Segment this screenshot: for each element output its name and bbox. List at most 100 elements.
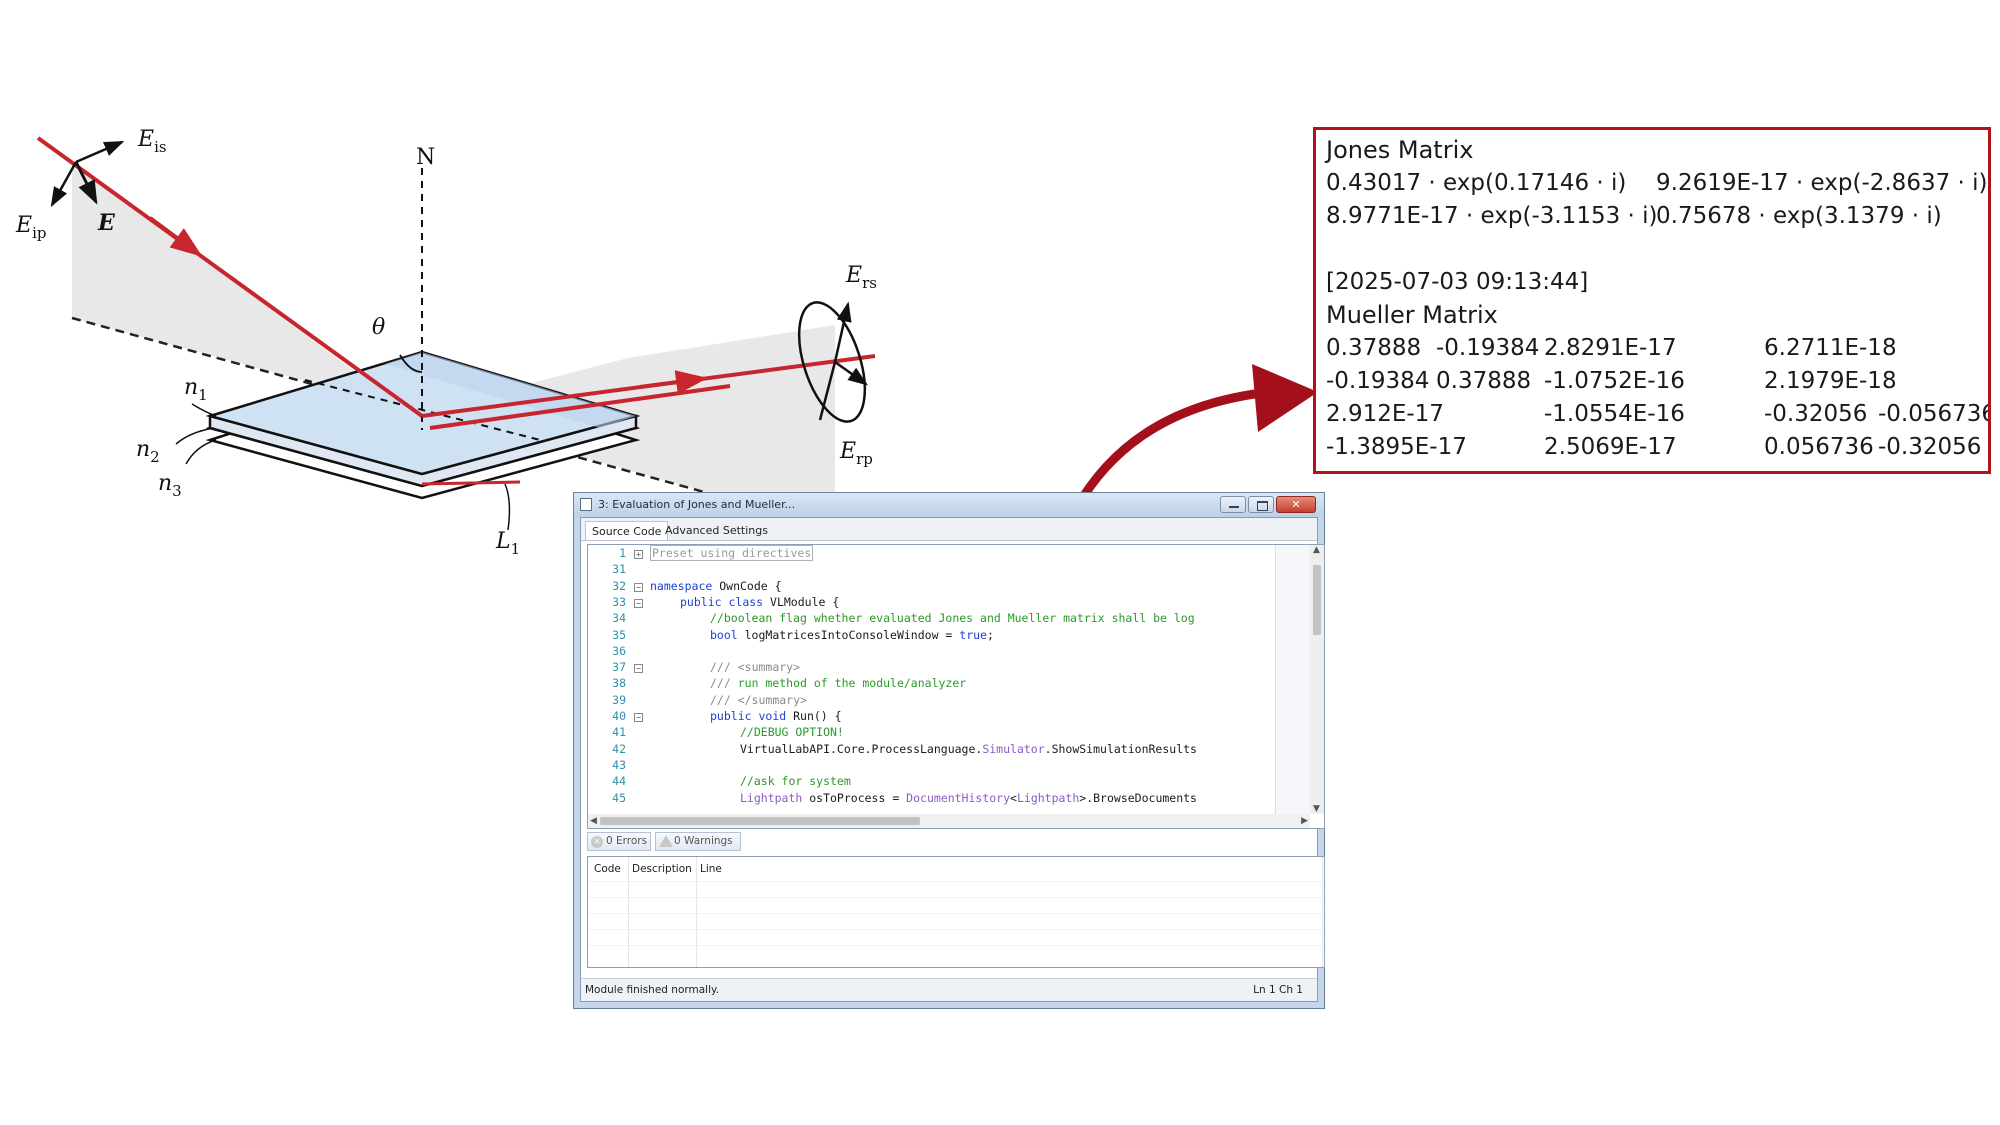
code-line[interactable]: //DEBUG OPTION! bbox=[740, 725, 844, 739]
timestamp: [2025-07-03 09:13:44] bbox=[1326, 269, 1589, 295]
line-number: 31 bbox=[612, 562, 626, 577]
code-line[interactable]: //boolean flag whether evaluated Jones a… bbox=[710, 611, 1195, 625]
cursor-position: Ln 1 Ch 1 bbox=[1253, 984, 1303, 996]
mueller-row: 0.37888 -0.19384 2.8291E-17 6.2711E-18 bbox=[1326, 332, 1978, 365]
code-minimap[interactable] bbox=[1275, 545, 1310, 814]
line-number: 32 bbox=[612, 578, 626, 593]
label-e-ip: Eip bbox=[15, 213, 46, 242]
fold-column: + − − − − bbox=[632, 545, 646, 814]
code-line[interactable]: public void Run() { bbox=[710, 709, 842, 723]
code-editor[interactable]: 1 31 32 33 34 35 36 37 38 39 40 41 42 43 44 45 + − − − − Pr… bbox=[587, 544, 1325, 829]
horizontal-scroll-thumb[interactable] bbox=[600, 817, 920, 825]
line-number: 42 bbox=[612, 741, 626, 756]
label-e-rs: Ers bbox=[845, 263, 877, 292]
mueller-cell: 2.5069E-17 bbox=[1544, 434, 1677, 460]
title-bar[interactable]: 3: Evaluation of Jones and Mueller... ✕ bbox=[574, 493, 1324, 517]
mueller-cell: 0.37888 bbox=[1436, 368, 1532, 394]
line-number: 33 bbox=[612, 594, 626, 609]
maximize-button[interactable] bbox=[1248, 496, 1274, 513]
code-line[interactable]: public class VLModule { bbox=[680, 595, 839, 609]
mueller-cell: -0.32056 bbox=[1878, 434, 1982, 460]
tab-advanced-settings[interactable]: Advanced Settings bbox=[659, 521, 774, 540]
mueller-row: 2.912E-17 -1.0554E-16 -0.32056 -0.056736 bbox=[1326, 398, 1988, 431]
mueller-cell: -1.0554E-16 bbox=[1544, 401, 1685, 427]
maximize-icon bbox=[1257, 501, 1268, 511]
label-e-vector: E bbox=[97, 210, 116, 236]
e-is-arrow bbox=[75, 140, 125, 164]
mueller-row: -0.19384 0.37888 -1.0752E-16 2.1979E-18 bbox=[1326, 365, 1978, 398]
errors-toggle[interactable]: × 0 Errors bbox=[587, 832, 651, 851]
document-icon bbox=[580, 498, 592, 511]
status-message: Module finished normally. bbox=[585, 984, 720, 996]
label-e-is: Eis bbox=[137, 127, 167, 156]
code-line[interactable]: /// run method of the module/analyzer bbox=[710, 676, 966, 690]
tab-source-code[interactable]: Source Code bbox=[585, 521, 669, 540]
line-numbers: 1 31 32 33 34 35 36 37 38 39 40 41 42 43 44 45 bbox=[600, 545, 626, 814]
scroll-right-icon[interactable]: ▶ bbox=[1301, 816, 1308, 826]
code-line[interactable]: Preset using directives bbox=[650, 545, 814, 561]
mueller-matrix-title: Mueller Matrix bbox=[1326, 301, 1498, 329]
code-line[interactable]: namespace OwnCode { bbox=[650, 579, 782, 593]
line-number: 39 bbox=[612, 692, 626, 707]
mueller-cell: 0.056736 bbox=[1764, 434, 1874, 460]
column-header-line[interactable]: Line bbox=[700, 863, 722, 875]
line-number: 45 bbox=[612, 790, 626, 805]
collapse-icon[interactable]: − bbox=[634, 598, 643, 608]
label-e-rp: Erp bbox=[839, 439, 873, 468]
close-icon: ✕ bbox=[1291, 498, 1301, 511]
result-panel: Jones Matrix 0.43017 · exp(0.17146 · i) … bbox=[1313, 127, 1991, 474]
collapse-icon[interactable]: − bbox=[634, 713, 643, 722]
mueller-cell: -0.32056 bbox=[1764, 401, 1868, 427]
code-line[interactable]: Lightpath osToProcess = DocumentHistory<… bbox=[740, 791, 1197, 805]
mueller-row: -1.3895E-17 2.5069E-17 0.056736 -0.32056 bbox=[1326, 431, 1982, 464]
code-line[interactable]: //ask for system bbox=[740, 774, 851, 788]
minimize-icon bbox=[1229, 506, 1239, 508]
code-line[interactable]: /// <summary> bbox=[710, 660, 800, 674]
vertical-scroll-thumb[interactable] bbox=[1313, 565, 1321, 635]
label-n1: n1 bbox=[184, 375, 208, 404]
vertical-scrollbar[interactable]: ▲ ▼ bbox=[1310, 545, 1324, 814]
scroll-left-icon[interactable]: ◀ bbox=[590, 816, 597, 826]
window-client: Source Code Advanced Settings 1 31 32 33 34 3… bbox=[580, 517, 1325, 1002]
column-header-description[interactable]: Description bbox=[632, 863, 692, 875]
collapse-icon[interactable]: − bbox=[634, 582, 643, 592]
line-number: 37 bbox=[612, 660, 626, 675]
code-line[interactable]: /// </summary> bbox=[710, 693, 807, 707]
close-button[interactable]: ✕ bbox=[1276, 496, 1316, 513]
label-l1: L1 bbox=[495, 529, 520, 558]
code-area[interactable]: Preset using directives namespace OwnCode… bbox=[650, 545, 1274, 814]
status-bar: Module finished normally. Ln 1 Ch 1 bbox=[581, 978, 1317, 1001]
scroll-up-icon[interactable]: ▲ bbox=[1313, 545, 1320, 555]
mueller-cell: 0.37888 bbox=[1326, 335, 1422, 361]
code-line[interactable]: bool logMatricesIntoConsoleWindow = true… bbox=[710, 628, 994, 642]
mueller-cell: 6.2711E-18 bbox=[1764, 335, 1897, 361]
l1-leader bbox=[504, 483, 511, 531]
warnings-toggle[interactable]: 0 Warnings bbox=[655, 832, 741, 851]
scroll-down-icon[interactable]: ▼ bbox=[1313, 804, 1320, 814]
layer-ray bbox=[421, 480, 521, 486]
warning-icon bbox=[659, 835, 673, 847]
line-number: 41 bbox=[612, 725, 626, 740]
label-normal: N bbox=[416, 145, 435, 170]
line-number: 36 bbox=[612, 643, 626, 658]
jones-row: 8.9771E-17 · exp(-3.1153 · i) 0.75678 · … bbox=[1326, 200, 1978, 233]
n1-leader bbox=[191, 403, 217, 417]
expand-icon[interactable]: + bbox=[634, 550, 643, 559]
mueller-cell: -0.056736 bbox=[1878, 401, 1991, 427]
horizontal-scrollbar[interactable]: ◀ ▶ bbox=[588, 814, 1310, 828]
label-theta: θ bbox=[372, 315, 385, 340]
line-number: 35 bbox=[612, 627, 626, 642]
errors-label: 0 Errors bbox=[606, 835, 648, 847]
column-header-code[interactable]: Code bbox=[594, 863, 621, 875]
minimize-button[interactable] bbox=[1220, 496, 1246, 513]
code-line[interactable]: VirtualLabAPI.Core.ProcessLanguage.Simul… bbox=[740, 742, 1197, 756]
n2-leader bbox=[175, 427, 215, 445]
mueller-cell: 2.912E-17 bbox=[1326, 401, 1444, 427]
collapse-icon[interactable]: − bbox=[634, 664, 643, 674]
window-title: 3: Evaluation of Jones and Mueller... bbox=[598, 498, 796, 511]
mueller-cell: -1.0752E-16 bbox=[1544, 368, 1685, 394]
jones-cell: 9.2619E-17 · exp(-2.8637 · i) bbox=[1656, 170, 1988, 196]
mueller-cell: -0.19384 bbox=[1436, 335, 1540, 361]
error-icon: × bbox=[591, 836, 603, 848]
mueller-cell: 2.8291E-17 bbox=[1544, 335, 1677, 361]
